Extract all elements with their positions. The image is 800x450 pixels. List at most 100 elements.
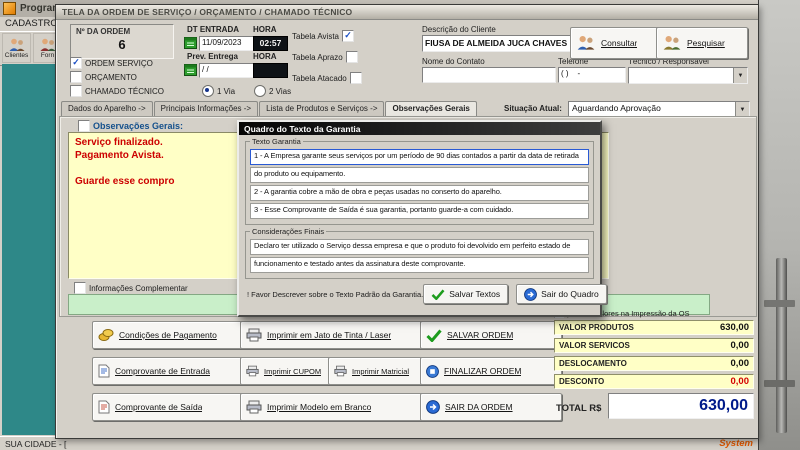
printer-icon — [246, 400, 262, 414]
toolbar-clientes-button[interactable]: Clientes — [2, 33, 31, 63]
comprovante-entrada-button[interactable]: Comprovante de Entrada — [92, 357, 246, 385]
imprimir-cupom-button[interactable]: Imprimir CUPOM — [240, 357, 336, 385]
radio-button[interactable] — [254, 85, 266, 97]
tab-principais-informacoes[interactable]: Principais Informações -> — [153, 101, 259, 116]
calendar-icon[interactable] — [184, 36, 197, 49]
desktop-wallpaper — [757, 0, 800, 450]
checkbox-label: Tabela Avista — [292, 31, 339, 41]
brand-logo: System — [719, 438, 753, 449]
descricao-cliente-field[interactable]: FIUSA DE ALMEIDA JUCA CHAVES — [422, 35, 572, 52]
order-number-box: Nº DA ORDEM 6 — [70, 24, 174, 59]
tab-dados-aparelho[interactable]: Dados do Aparelho -> — [61, 101, 153, 116]
checkbox-box[interactable]: ✓ — [70, 57, 82, 69]
checkbox-box[interactable] — [70, 71, 82, 83]
sair-ordem-label: SAIR DA ORDEM — [445, 402, 513, 412]
service-order-title: TELA DA ORDEM DE SERVIÇO / ORÇAMENTO / C… — [62, 7, 353, 17]
tecnico-combobox[interactable]: ▼ — [628, 67, 748, 84]
pesquisar-button[interactable]: Pesquisar — [656, 27, 748, 59]
chevron-down-icon[interactable]: ▼ — [733, 68, 747, 83]
imprimir-jato-button[interactable]: Imprimir em Jato de Tinta / Laser — [240, 321, 424, 349]
condicoes-pagamento-label: Condições de Pagamento — [119, 330, 217, 340]
calendar-icon[interactable] — [184, 63, 197, 76]
checkbox-box[interactable] — [78, 120, 90, 132]
people-icon — [663, 36, 681, 50]
imprimir-cupom-label: Imprimir CUPOM — [264, 366, 322, 376]
consultar-label: Consultar — [601, 38, 638, 48]
checkbox-box[interactable] — [70, 85, 82, 97]
people-icon — [577, 36, 595, 50]
garantia-line-input[interactable]: 1 - A Empresa garante seus serviços por … — [250, 149, 589, 165]
valor-servicos-value: 0,00 — [730, 340, 750, 351]
salvar-textos-label: Salvar Textos — [449, 289, 501, 299]
garantia-modal-titlebar[interactable]: Quadro do Texto da Garantia — [239, 122, 600, 135]
checkbox-tabela-atacado[interactable]: Tabela Atacado — [292, 72, 362, 84]
salvar-ordem-button[interactable]: SALVAR ORDEM — [420, 321, 562, 349]
garantia-line-input[interactable]: do produto ou equipamento. — [250, 167, 589, 183]
checkbox-observacoes-gerais[interactable]: Observações Gerais: — [78, 120, 183, 132]
imprimir-matricial-label: Imprimir Matricial — [352, 366, 410, 376]
sair-quadro-label: Sair do Quadro — [541, 289, 599, 299]
checkbox-box[interactable] — [345, 51, 358, 63]
checkbox-box[interactable]: ✓ — [342, 30, 354, 42]
checkbox-box[interactable] — [349, 72, 362, 84]
finalizar-ordem-button[interactable]: FINALIZAR ORDEM — [420, 357, 562, 385]
informacoes-complementar-label: Informações Complementar — [89, 283, 188, 293]
texto-garantia-legend: Texto Garantia — [252, 137, 301, 146]
order-number-value: 6 — [118, 37, 126, 52]
dt-entrada-label: DT ENTRADA — [187, 25, 239, 34]
garantia-hint: ! Favor Descrever sobre o Texto Padrão d… — [247, 289, 424, 299]
order-number-label: Nº DA ORDEM — [76, 27, 131, 36]
wall-bracket-arm — [764, 300, 795, 307]
salvar-textos-button[interactable]: Salvar Textos — [423, 284, 509, 304]
document-icon — [98, 400, 110, 414]
dt-entrada-field[interactable]: 11/09/2023 — [199, 36, 257, 51]
exit-icon — [426, 400, 440, 414]
imprimir-jato-label: Imprimir em Jato de Tinta / Laser — [267, 330, 392, 340]
printer-icon — [334, 365, 347, 377]
document-icon — [98, 364, 110, 378]
valor-produtos-label: VALOR PRODUTOS — [559, 323, 634, 332]
radio-button[interactable] — [202, 85, 214, 97]
desconto-label: DESCONTO — [559, 377, 605, 386]
chevron-down-icon[interactable]: ▼ — [735, 102, 749, 117]
sair-ordem-button[interactable]: SAIR DA ORDEM — [420, 393, 562, 421]
salvar-ordem-label: SALVAR ORDEM — [447, 330, 514, 340]
radio-label: 2 Vias — [269, 86, 292, 96]
nome-contato-field[interactable] — [422, 67, 556, 83]
prev-entrega-field[interactable]: / / — [199, 63, 257, 78]
radio-1-via[interactable]: 1 Via — [202, 85, 235, 97]
consideracoes-line-input[interactable]: funcionamento e testado antes da assinat… — [250, 257, 589, 273]
checkbox-orcamento[interactable]: ORÇAMENTO — [70, 71, 137, 83]
condicoes-pagamento-button[interactable]: Condições de Pagamento — [92, 321, 246, 349]
people-icon — [40, 38, 55, 51]
checkbox-ordem-servico[interactable]: ✓ ORDEM SERVIÇO — [70, 57, 153, 69]
imprimir-matricial-button[interactable]: Imprimir Matricial — [328, 357, 424, 385]
printer-icon — [246, 365, 259, 377]
radio-2-vias[interactable]: 2 Vias — [254, 85, 291, 97]
descricao-cliente-label: Descrição do Cliente — [422, 25, 496, 34]
app-icon — [3, 2, 16, 15]
checkbox-informacoes-complementar[interactable]: Informações Complementar — [74, 282, 188, 294]
garantia-modal-footer: ! Favor Descrever sobre o Texto Padrão d… — [239, 279, 607, 304]
checkbox-tabela-avista[interactable]: Tabela Avista ✓ — [292, 30, 354, 42]
hora-entrada-display: 02:57 — [253, 36, 288, 51]
service-order-titlebar[interactable]: TELA DA ORDEM DE SERVIÇO / ORÇAMENTO / C… — [56, 5, 758, 20]
prev-hora-label: HORA — [253, 52, 277, 61]
imprimir-modelo-branco-button[interactable]: Imprimir Modelo em Branco — [240, 393, 424, 421]
comprovante-saida-button[interactable]: Comprovante de Saída — [92, 393, 246, 421]
garantia-line-input[interactable]: 3 - Esse Comprovante de Saída é sua gara… — [250, 203, 589, 219]
finalize-icon — [426, 364, 439, 378]
checkbox-box[interactable] — [74, 282, 86, 294]
tab-lista-produtos-servicos[interactable]: Lista de Produtos e Serviços -> — [259, 101, 385, 116]
garantia-line-input[interactable]: 2 - A garantia cobre a mão de obra e peç… — [250, 185, 589, 201]
tab-observacoes-gerais[interactable]: Observações Gerais — [385, 101, 477, 116]
checkbox-chamado-tecnico[interactable]: CHAMADO TÉCNICO — [70, 85, 164, 97]
check-icon — [426, 329, 442, 342]
telefone-field[interactable]: ( ) - — [558, 67, 626, 83]
sair-quadro-button[interactable]: Sair do Quadro — [516, 284, 607, 304]
finalizar-ordem-label: FINALIZAR ORDEM — [444, 366, 522, 376]
checkbox-tabela-aprazo[interactable]: Tabela Aprazo — [292, 51, 358, 63]
consideracoes-line-input[interactable]: Declaro ter utilizado o Serviço dessa em… — [250, 239, 589, 255]
comprovante-saida-label: Comprovante de Saída — [115, 402, 203, 412]
consultar-button[interactable]: Consultar — [570, 27, 662, 59]
